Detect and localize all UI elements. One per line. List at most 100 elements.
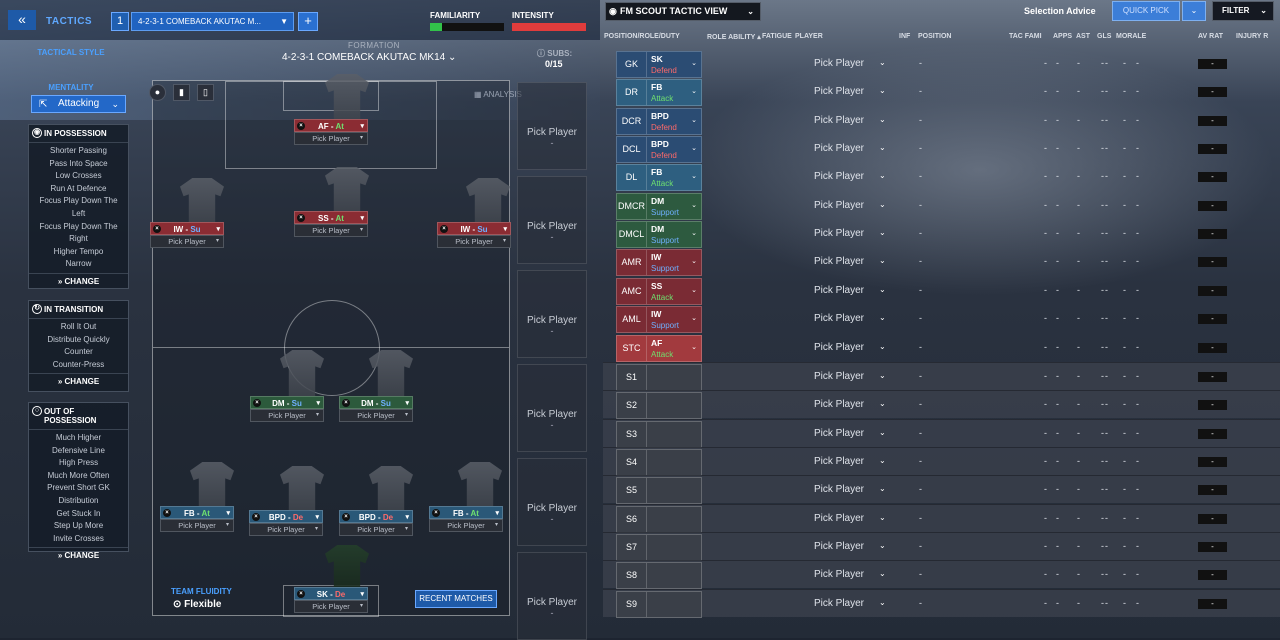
squad-row[interactable]: DR FB Attack ⌄ Pick Player ⌄ - - - - - - - - -	[603, 78, 1280, 107]
position-cell[interactable]: S6	[616, 505, 702, 533]
position-cell[interactable]: AMR IW Support ⌄	[616, 249, 702, 277]
squad-row[interactable]: DL FB Attack ⌄ Pick Player ⌄ - - - - - - - - -	[603, 163, 1280, 192]
player-card[interactable]: × IW - Su ▾ Pick Player ▾	[150, 222, 224, 249]
pick-player-select[interactable]: Pick Player	[814, 428, 864, 439]
role-duty-select[interactable]: × IW - Su ▾	[150, 222, 224, 235]
pick-player-select[interactable]: Pick Player	[814, 342, 864, 353]
position-cell[interactable]: DR FB Attack ⌄	[616, 79, 702, 107]
role-duty-select[interactable]: × IW - Su ▾	[437, 222, 511, 235]
col-fatigue[interactable]: FATIGUE	[762, 33, 792, 40]
col-role-ability[interactable]: ROLE ABILITY ▴	[707, 33, 761, 41]
role-duty-select[interactable]: × FB - At ▾	[160, 506, 234, 519]
position-cell[interactable]: DMCR DM Support ⌄	[616, 192, 702, 220]
pick-player-select[interactable]: Pick Player ▾	[339, 409, 413, 422]
tactic-slot-button[interactable]: 1	[111, 12, 129, 31]
role-duty-select[interactable]: × BPD - De ▾	[339, 510, 413, 523]
tactic-select[interactable]: 4-2-3-1 COMEBACK AKUTAC M... ▼	[131, 12, 294, 31]
role-duty-select[interactable]: × SS - At ▾	[294, 211, 368, 224]
squad-row[interactable]: S5 Pick Player ⌄ - - - - - - - - -	[603, 475, 1280, 505]
pick-player-select[interactable]: Pick Player	[814, 86, 864, 97]
position-cell[interactable]: DCL BPD Defend ⌄	[616, 136, 702, 164]
col-position[interactable]: POSITION	[918, 33, 951, 40]
analysis-toggle[interactable]: ▦ ANALYSIS	[474, 90, 522, 99]
pick-player-select[interactable]: Pick Player	[814, 513, 864, 524]
role-duty-select[interactable]: × DM - Su ▾	[250, 396, 324, 409]
squad-row[interactable]: STC AF Attack ⌄ Pick Player ⌄ - - - - - - - - -	[603, 334, 1280, 362]
pick-player-select[interactable]: Pick Player ▾	[294, 132, 368, 145]
remove-icon[interactable]: ×	[297, 214, 305, 222]
role-duty-select[interactable]: × BPD - De ▾	[249, 510, 323, 523]
pick-player-select[interactable]: Pick Player	[814, 58, 864, 69]
pick-player-select[interactable]: Pick Player	[814, 456, 864, 467]
player-view-icon[interactable]: ●	[149, 84, 166, 101]
squad-row[interactable]: DMCL DM Support ⌄ Pick Player ⌄ - - - - - - - - -	[603, 220, 1280, 249]
pick-player-select[interactable]: Pick Player	[814, 541, 864, 552]
squad-row[interactable]: S6 Pick Player ⌄ - - - - - - - - -	[603, 503, 1280, 533]
remove-icon[interactable]: ×	[440, 225, 448, 233]
position-cell[interactable]: GK SK Defend ⌄	[616, 51, 702, 78]
role-duty-select[interactable]: × FB - At ▾	[429, 506, 503, 519]
chevron-down-icon[interactable]: ⌄	[879, 143, 886, 152]
chevron-down-icon[interactable]: ⌄	[879, 598, 886, 607]
player-card[interactable]: × BPD - De ▾ Pick Player ▾	[249, 510, 323, 537]
role-duty-select[interactable]: × AF - At ▾	[294, 119, 368, 132]
chevron-down-icon[interactable]: ⌄	[879, 456, 886, 465]
remove-icon[interactable]: ×	[252, 513, 260, 521]
position-cell[interactable]: S2	[616, 392, 702, 420]
filter-button[interactable]: FILTER ⌄	[1212, 1, 1274, 21]
player-card[interactable]: × IW - Su ▾ Pick Player ▾	[437, 222, 511, 249]
position-cell[interactable]: S4	[616, 448, 702, 476]
in-possession-change-button[interactable]: » CHANGE	[29, 272, 128, 289]
position-cell[interactable]: S1	[616, 363, 702, 391]
pick-player-select[interactable]: Pick Player ▾	[437, 235, 511, 248]
chevron-down-icon[interactable]: ⌄	[879, 399, 886, 408]
position-cell[interactable]: DCR BPD Defend ⌄	[616, 107, 702, 135]
remove-icon[interactable]: ×	[153, 225, 161, 233]
squad-row[interactable]: S7 Pick Player ⌄ - - - - - - - - -	[603, 531, 1280, 561]
squad-row[interactable]: S1 Pick Player ⌄ - - - - - - - - -	[603, 361, 1280, 391]
player-card[interactable]: × FB - At ▾ Pick Player ▾	[429, 506, 503, 533]
position-cell[interactable]: STC AF Attack ⌄	[616, 334, 702, 362]
position-cell[interactable]: S7	[616, 533, 702, 561]
player-card[interactable]: × BPD - De ▾ Pick Player ▾	[339, 510, 413, 537]
pick-player-select[interactable]: Pick Player	[814, 313, 864, 324]
sub-slot[interactable]: Pick Player -	[517, 364, 587, 452]
chevron-down-icon[interactable]: ⌄	[879, 228, 886, 237]
squad-row[interactable]: S9 Pick Player ⌄ - - - - - - - - -	[603, 588, 1280, 618]
formation-select[interactable]: 4-2-3-1 COMEBACK AKUTAC MK14 ⌄	[282, 52, 456, 63]
squad-row[interactable]: AMC SS Attack ⌄ Pick Player ⌄ - - - - - - - - -	[603, 277, 1280, 305]
recent-matches-button[interactable]: RECENT MATCHES	[415, 590, 497, 608]
role-duty-select[interactable]: × DM - Su ▾	[339, 396, 413, 409]
chevron-down-icon[interactable]: ⌄	[879, 115, 886, 124]
pick-player-select[interactable]: Pick Player	[814, 256, 864, 267]
remove-icon[interactable]: ×	[253, 399, 261, 407]
pick-player-select[interactable]: Pick Player	[814, 484, 864, 495]
pick-player-select[interactable]: Pick Player	[814, 115, 864, 126]
stats-view-icon[interactable]: ▮	[173, 84, 190, 101]
pick-player-select[interactable]: Pick Player ▾	[249, 523, 323, 536]
chevron-down-icon[interactable]: ⌄	[879, 171, 886, 180]
chevron-down-icon[interactable]: ⌄	[879, 513, 886, 522]
col-inf[interactable]: INF	[899, 33, 910, 40]
remove-icon[interactable]: ×	[297, 122, 305, 130]
chevron-down-icon[interactable]: ⌄	[879, 484, 886, 493]
chevron-down-icon[interactable]: ⌄	[879, 313, 886, 322]
sub-slot[interactable]: Pick Player -	[517, 458, 587, 546]
squad-row[interactable]: S2 Pick Player ⌄ - - - - - - - - -	[603, 390, 1280, 420]
pick-player-select[interactable]: Pick Player ▾	[160, 519, 234, 532]
squad-row[interactable]: DCL BPD Defend ⌄ Pick Player ⌄ - - - - - - - - -	[603, 135, 1280, 164]
squad-row[interactable]: DCR BPD Defend ⌄ Pick Player ⌄ - - - - - - - - -	[603, 107, 1280, 135]
quick-pick-button[interactable]: QUICK PICK	[1112, 1, 1180, 21]
remove-icon[interactable]: ×	[432, 509, 440, 517]
pick-player-select[interactable]: Pick Player	[814, 285, 864, 296]
col-player[interactable]: PLAYER	[795, 33, 823, 40]
remove-icon[interactable]: ×	[297, 590, 305, 598]
pick-player-select[interactable]: Pick Player	[814, 228, 864, 239]
scout-view-select[interactable]: ◉ FM SCOUT TACTIC VIEW ⌄	[605, 2, 761, 21]
chevron-down-icon[interactable]: ⌄	[879, 285, 886, 294]
pick-player-select[interactable]: Pick Player ▾	[429, 519, 503, 532]
player-card[interactable]: × DM - Su ▾ Pick Player ▾	[250, 396, 324, 423]
position-cell[interactable]: S5	[616, 477, 702, 505]
pick-player-select[interactable]: Pick Player ▾	[150, 235, 224, 248]
remove-icon[interactable]: ×	[342, 399, 350, 407]
